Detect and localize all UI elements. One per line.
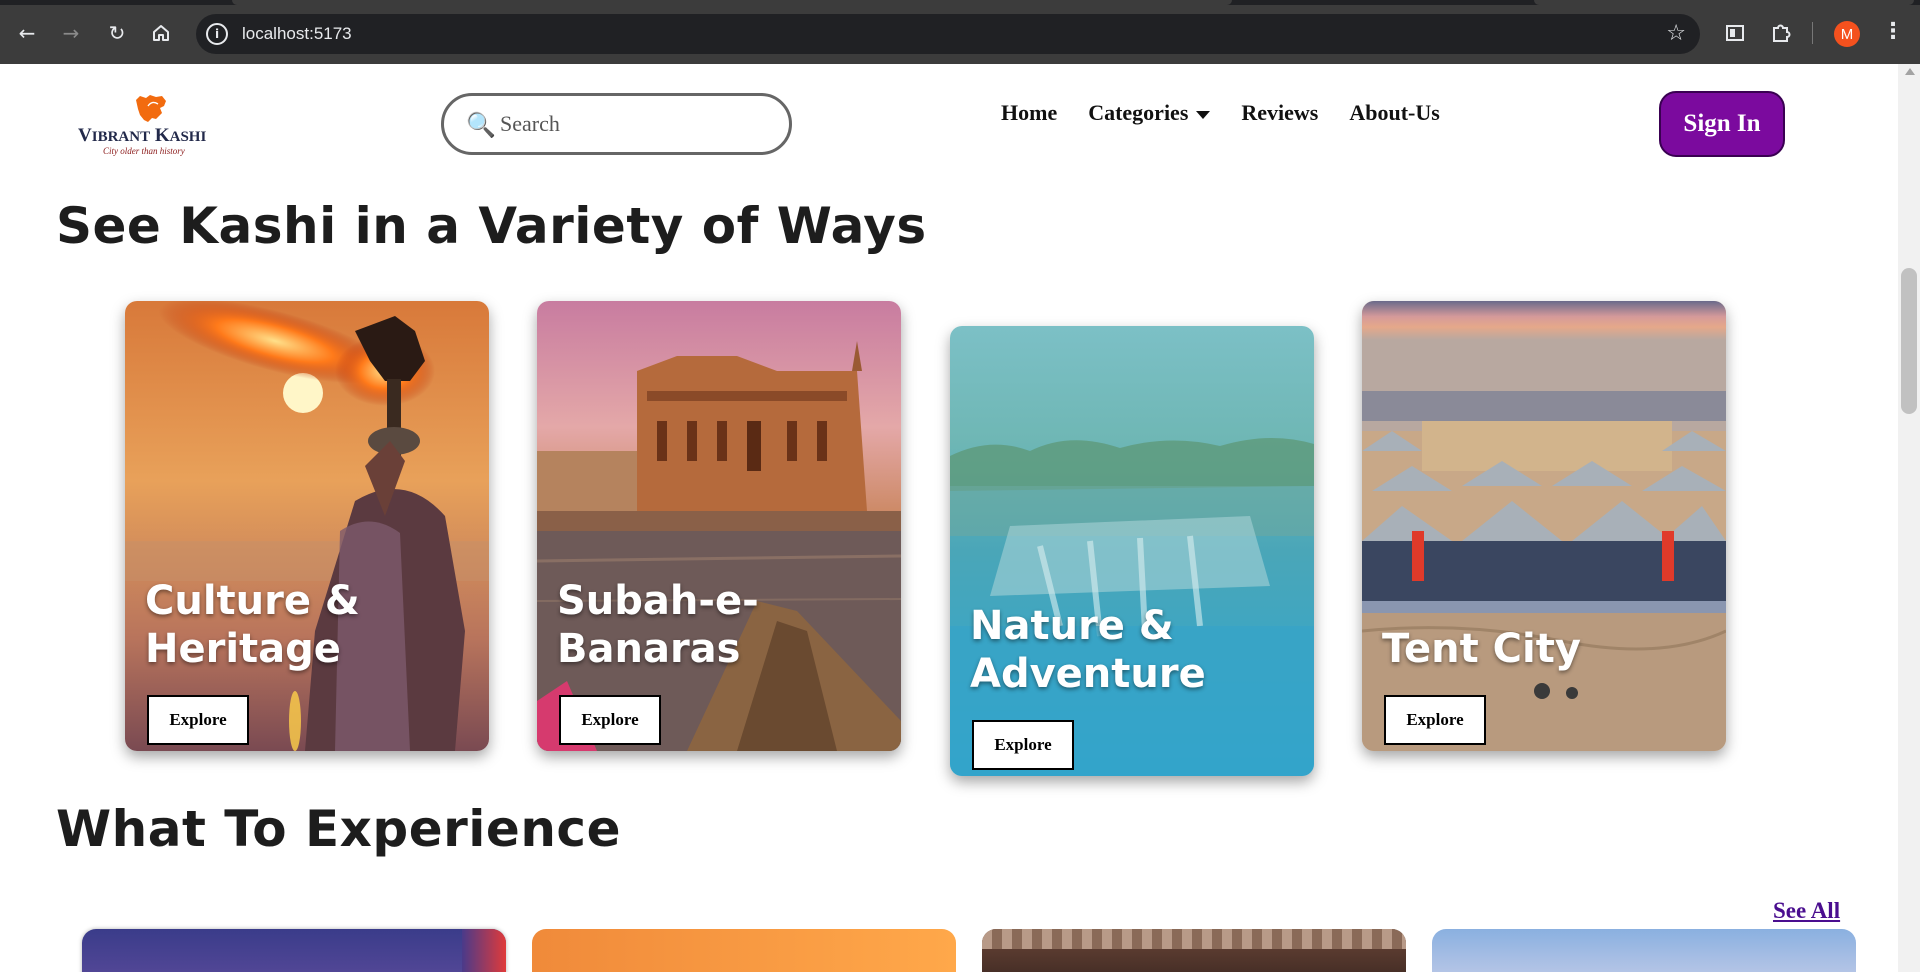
nav-links: Home Categories Reviews About-Us <box>1001 100 1440 126</box>
search-input[interactable] <box>500 109 770 139</box>
toolbar-divider <box>1812 22 1813 44</box>
card-image-tents <box>1362 301 1726 751</box>
sign-in-button[interactable]: Sign In <box>1659 91 1785 157</box>
experience-card-image <box>982 929 1406 949</box>
explore-button[interactable]: Explore <box>559 695 661 745</box>
experience-card[interactable] <box>1432 929 1856 972</box>
card-title: Nature & Adventure <box>970 603 1206 697</box>
reload-icon[interactable]: ↻ <box>102 18 132 48</box>
category-card-culture-heritage[interactable]: Culture & Heritage Explore <box>125 301 489 751</box>
page-viewport: VIBRANT KASHI City older than history 🔍 … <box>0 64 1898 972</box>
site-navbar: VIBRANT KASHI City older than history 🔍 … <box>0 64 1898 184</box>
search-box[interactable]: 🔍 <box>441 93 792 155</box>
site-logo-mark: VIBRANT KASHI City older than history <box>78 95 206 156</box>
experience-card[interactable] <box>982 929 1406 972</box>
address-bar[interactable]: i localhost:5173 ☆ <box>196 14 1700 54</box>
card-title: Subah-e-Banaras <box>557 578 759 672</box>
puzzle-icon[interactable] <box>1768 20 1794 46</box>
svg-text:City older than history: City older than history <box>103 146 185 156</box>
nav-link-categories[interactable]: Categories <box>1088 100 1211 126</box>
back-icon[interactable]: ← <box>12 18 42 48</box>
menu-kebab-icon[interactable]: ⋮ <box>1882 19 1904 44</box>
section-heading-ways: See Kashi in a Variety of Ways <box>56 197 927 255</box>
site-logo[interactable]: VIBRANT KASHI City older than history <box>76 92 236 158</box>
browser-toolbar: ← → ↻ i localhost:5173 ☆ M ⋮ <box>0 0 1920 64</box>
nav-link-reviews[interactable]: Reviews <box>1241 100 1318 126</box>
forward-icon[interactable]: → <box>56 18 86 48</box>
extension-icon[interactable] <box>1722 20 1748 46</box>
card-title: Culture & Heritage <box>145 578 360 672</box>
section-heading-experience: What To Experience <box>56 800 621 858</box>
nav-link-label: Reviews <box>1241 100 1319 125</box>
profile-avatar[interactable]: M <box>1834 21 1860 47</box>
experience-card-image <box>462 929 506 972</box>
experience-card[interactable] <box>532 929 956 972</box>
scroll-up-arrow-icon[interactable] <box>1905 68 1915 75</box>
nav-link-home[interactable]: Home <box>1001 100 1057 126</box>
nav-link-label: Categories <box>1088 100 1189 125</box>
card-image-aarti <box>125 301 489 751</box>
category-card-tent-city[interactable]: Tent City Explore <box>1362 301 1726 751</box>
home-icon[interactable] <box>146 18 176 48</box>
page-scrollbar[interactable] <box>1898 64 1920 972</box>
card-image-ghat <box>537 301 901 751</box>
site-info-icon[interactable]: i <box>206 23 228 45</box>
scrollbar-thumb[interactable] <box>1901 268 1917 414</box>
nav-link-label: Home <box>1001 100 1058 125</box>
experience-card[interactable] <box>82 929 506 972</box>
card-title: Tent City <box>1382 626 1581 672</box>
svg-text:VIBRANT KASHI: VIBRANT KASHI <box>78 125 206 146</box>
nav-link-label: About-Us <box>1349 100 1440 125</box>
explore-button[interactable]: Explore <box>1384 695 1486 745</box>
url-text[interactable]: localhost:5173 <box>242 24 352 44</box>
category-card-nature-adventure[interactable]: Nature & Adventure Explore <box>950 326 1314 776</box>
browser-tab[interactable] <box>232 0 1232 5</box>
nav-link-about-us[interactable]: About-Us <box>1349 100 1439 126</box>
explore-button[interactable]: Explore <box>972 720 1074 770</box>
bookmark-star-icon[interactable]: ☆ <box>1666 21 1686 46</box>
card-image-waterfall <box>950 326 1314 776</box>
caret-down-icon <box>1196 111 1211 119</box>
explore-button[interactable]: Explore <box>147 695 249 745</box>
tab-strip <box>0 0 1920 5</box>
search-icon: 🔍 <box>466 111 496 139</box>
category-card-subah-e-banaras[interactable]: Subah-e-Banaras Explore <box>537 301 901 751</box>
see-all-link[interactable]: See All <box>1773 898 1840 924</box>
browser-tab[interactable] <box>1534 0 1914 5</box>
